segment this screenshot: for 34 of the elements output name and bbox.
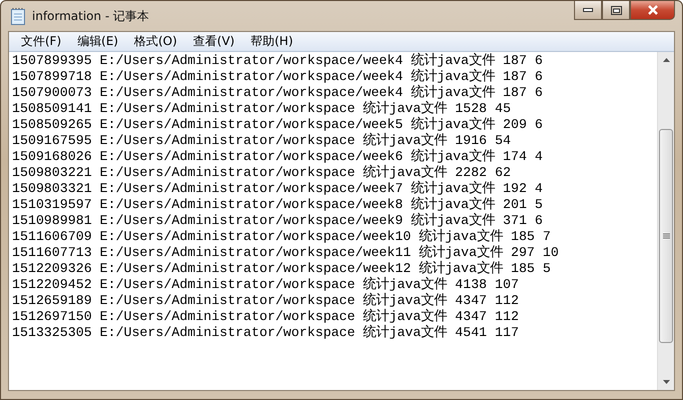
maximize-icon <box>610 6 622 14</box>
minimize-button[interactable] <box>574 1 602 20</box>
notepad-icon <box>10 7 26 25</box>
text-line: 1507899718 E:/Users/Administrator/workspace/week4 统计java文件 187 6 <box>12 69 544 84</box>
text-line: 1508509141 E:/Users/Administrator/workspace 统计java文件 1528 45 <box>12 101 512 116</box>
text-line: 1512209452 E:/Users/Administrator/workspace 统计java文件 4138 107 <box>12 277 520 292</box>
vertical-scrollbar[interactable] <box>657 52 674 390</box>
text-line: 1511607713 E:/Users/Administrator/workspace/week11 统计java文件 297 10 <box>12 245 560 260</box>
menu-item[interactable]: 编辑(E) <box>71 33 124 50</box>
scrollbar-thumb[interactable] <box>659 129 673 343</box>
text-line: 1509167595 E:/Users/Administrator/workspace 统计java文件 1916 54 <box>12 133 512 148</box>
text-line: 1507900073 E:/Users/Administrator/workspace/week4 统计java文件 187 6 <box>12 85 544 100</box>
menu-item[interactable]: 文件(F) <box>15 33 68 50</box>
text-line: 1509803321 E:/Users/Administrator/workspace/week7 统计java文件 192 4 <box>12 181 544 196</box>
window-title: information - 记事本 <box>32 8 150 24</box>
menu-item[interactable]: 帮助(H) <box>244 33 299 50</box>
close-icon <box>646 5 658 15</box>
text-line: 1510319597 E:/Users/Administrator/workspace/week8 统计java文件 201 5 <box>12 197 544 212</box>
text-line: 1508509265 E:/Users/Administrator/workspace/week5 统计java文件 209 6 <box>12 117 544 132</box>
menu-item[interactable]: 查看(V) <box>187 33 241 50</box>
text-line: 1510989981 E:/Users/Administrator/workspace/week9 统计java文件 371 6 <box>12 213 544 228</box>
menu-item[interactable]: 格式(O) <box>128 33 184 50</box>
text-line: 1513325305 E:/Users/Administrator/workspace 统计java文件 4541 117 <box>12 325 520 341</box>
text-line: 1512209326 E:/Users/Administrator/workspace/week12 统计java文件 185 5 <box>12 261 552 276</box>
text-line: 1512659189 E:/Users/Administrator/workspace 统计java文件 4347 112 <box>12 293 520 308</box>
text-line: 1509168026 E:/Users/Administrator/workspace/week6 统计java文件 174 4 <box>12 149 544 164</box>
minimize-icon <box>583 8 593 12</box>
grip-icon <box>662 233 670 239</box>
text-line: 1507899395 E:/Users/Administrator/workspace/week4 统计java文件 187 6 <box>12 53 544 68</box>
maximize-button[interactable] <box>602 1 630 20</box>
text-line: 1511606709 E:/Users/Administrator/workspace/week10 统计java文件 185 7 <box>12 229 552 244</box>
close-button[interactable] <box>630 1 675 20</box>
text-line: 1509803221 E:/Users/Administrator/workspace 统计java文件 2282 62 <box>12 165 512 180</box>
text-line: 1512697150 E:/Users/Administrator/workspace 统计java文件 4347 112 <box>12 309 520 324</box>
